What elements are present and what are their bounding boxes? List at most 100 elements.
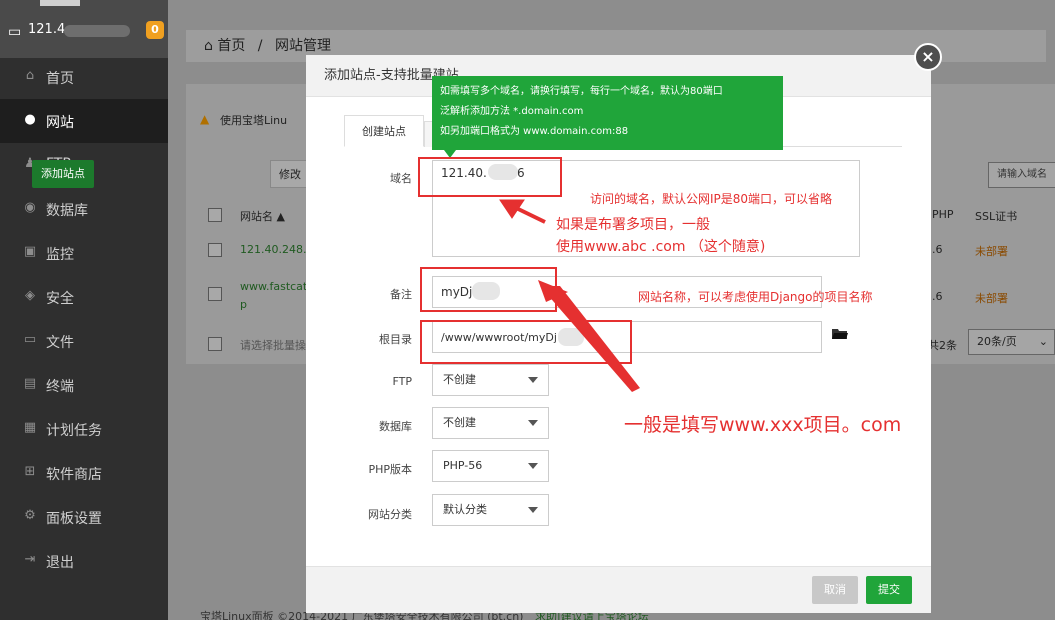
domain-label: 域名 — [390, 172, 412, 185]
database-label: 数据库 — [379, 420, 412, 433]
category-select[interactable]: 默认分类 — [432, 494, 549, 526]
tooltip-line: 如另加端口格式为 www.domain.com:88 — [440, 126, 629, 137]
sidebar-item-label: 文件 — [46, 335, 74, 351]
php-version-value: PHP-56 — [443, 459, 483, 472]
folder-icon: ▭ — [23, 332, 37, 347]
batch-checkbox[interactable] — [208, 337, 222, 351]
total-count: 共2条 — [928, 339, 957, 352]
php-version: .6 — [932, 243, 943, 256]
sidebar-item-files[interactable]: ▭ 文件 — [0, 319, 168, 363]
sidebar-item-label: 网站 — [46, 115, 74, 131]
sidebar-item-security[interactable]: ◈ 安全 — [0, 275, 168, 319]
ip-redaction — [64, 25, 130, 37]
sidebar-item-monitor[interactable]: ▣ 监控 — [0, 231, 168, 275]
site-link-wrap[interactable]: p — [240, 298, 247, 311]
php-version-select[interactable]: PHP-56 — [432, 450, 549, 482]
row-checkbox[interactable] — [208, 287, 222, 301]
ssl-status[interactable]: 未部署 — [975, 290, 1008, 306]
calendar-icon: ▦ — [23, 420, 37, 435]
ftp-value: 不创建 — [443, 373, 476, 386]
warning-icon: ▲ — [200, 112, 210, 126]
annotation-name: 网站名称，可以考虑使用Django的项目名称 — [638, 290, 873, 304]
database-value: 不创建 — [443, 416, 476, 429]
window-notch — [40, 0, 80, 6]
page-size-value: 20条/页 — [977, 335, 1017, 348]
server-ip: 121.4 — [28, 22, 66, 37]
sidebar-item-store[interactable]: ⊞ 软件商店 — [0, 451, 168, 495]
sidebar-item-label: 安全 — [46, 291, 74, 307]
remark-label: 备注 — [390, 288, 412, 301]
select-all-checkbox[interactable] — [208, 208, 222, 222]
chevron-down-icon: ⌄ — [1038, 335, 1048, 348]
annotation-box-remark — [420, 267, 557, 312]
breadcrumb-separator: / — [257, 38, 263, 54]
ftp-select[interactable]: 不创建 — [432, 364, 549, 396]
annotation-box-root — [420, 320, 632, 364]
caret-down-icon — [528, 420, 538, 426]
edit-button[interactable]: 修改 — [270, 160, 310, 188]
ftp-label: FTP — [392, 375, 413, 388]
sidebar-item-label: 监控 — [46, 247, 74, 263]
sidebar-item-website[interactable]: ● 网站 — [0, 99, 168, 143]
sidebar-item-home[interactable]: ⌂ 首页 — [0, 55, 168, 99]
site-link[interactable]: 121.40.248.1 — [240, 243, 313, 256]
caret-down-icon — [528, 377, 538, 383]
database-icon: ◉ — [24, 200, 36, 215]
sidebar-item-cron[interactable]: ▦ 计划任务 — [0, 407, 168, 451]
annotation-root: 一般是填写www.xxx项目。com — [624, 414, 902, 436]
sidebar-item-label: 首页 — [46, 71, 74, 87]
php-version: .6 — [932, 290, 943, 303]
monitor-icon: ▣ — [23, 244, 37, 259]
add-site-button[interactable]: 添加站点 — [32, 160, 94, 188]
search-input[interactable]: 请输入域名 — [988, 162, 1055, 188]
annotation-domain: 访问的域名，默认公网IP是80端口，可以省略 — [590, 192, 833, 206]
breadcrumb-home[interactable]: 首页 — [217, 38, 245, 54]
sidebar-item-terminal[interactable]: ▤ 终端 — [0, 363, 168, 407]
notification-badge[interactable]: 0 — [146, 21, 164, 39]
row-checkbox[interactable] — [208, 243, 222, 257]
tooltip-line: 如需填写多个域名，请换行填写，每行一个域名，默认为80端口 — [440, 86, 723, 97]
page-size-select[interactable]: 20条/页 ⌄ — [968, 329, 1055, 355]
shield-icon: ◈ — [25, 288, 35, 303]
grid-icon: ⊞ — [24, 464, 36, 479]
cancel-button[interactable]: 取消 — [812, 576, 858, 604]
logout-icon: ⇥ — [24, 552, 36, 567]
column-site-name[interactable]: 网站名 ▲ — [240, 208, 285, 224]
database-select[interactable]: 不创建 — [432, 407, 549, 439]
category-label: 网站分类 — [368, 508, 412, 521]
sidebar-item-database[interactable]: ◉ 数据库 — [0, 187, 168, 231]
caret-down-icon — [528, 463, 538, 469]
tab-create-site[interactable]: 创建站点 — [344, 115, 424, 147]
globe-icon: ● — [24, 112, 36, 127]
ssl-status[interactable]: 未部署 — [975, 243, 1008, 259]
home-icon: ⌂ — [204, 38, 213, 54]
column-ssl: SSL证书 — [975, 210, 1018, 223]
warning-text: 使用宝塔Linu — [220, 114, 288, 127]
monitor-icon: ▭ — [8, 24, 22, 40]
submit-button[interactable]: 提交 — [866, 576, 912, 604]
terminal-icon: ▤ — [23, 376, 37, 391]
sidebar-item-label: 退出 — [46, 555, 74, 571]
php-label: PHP版本 — [368, 463, 412, 476]
sidebar-item-label: 数据库 — [46, 203, 88, 219]
sidebar-item-label: 软件商店 — [46, 467, 102, 483]
sidebar-item-settings[interactable]: ⚙ 面板设置 — [0, 495, 168, 539]
sidebar-item-logout[interactable]: ⇥ 退出 — [0, 539, 168, 583]
annotation-multi-line2: 使用www.abc .com （这个随意) — [556, 239, 766, 255]
batch-select[interactable]: 请选择批量操 — [240, 337, 306, 353]
sidebar-item-label: 面板设置 — [46, 511, 102, 527]
annotation-multi-line1: 如果是布署多项目，一般 — [556, 217, 710, 233]
site-link[interactable]: www.fastcat — [240, 280, 307, 293]
domain-help-tooltip: 如需填写多个域名，请换行填写，每行一个域名，默认为80端口 泛解析添加方法 *.… — [432, 76, 783, 150]
annotation-box-domain — [418, 157, 562, 197]
breadcrumb-current: 网站管理 — [274, 38, 331, 54]
sidebar-header: ▭ 121.4 0 — [0, 0, 168, 58]
column-php: PHP — [932, 208, 954, 221]
sidebar-item-label: 计划任务 — [46, 423, 102, 439]
folder-open-icon[interactable] — [832, 328, 848, 340]
category-value: 默认分类 — [443, 503, 487, 516]
sidebar: ▭ 121.4 0 ⌂ 首页 ● 网站 ♟ FTP ◉ 数据库 ▣ 监控 ◈ 安… — [0, 0, 168, 620]
home-icon: ⌂ — [25, 68, 35, 83]
gear-icon: ⚙ — [24, 508, 36, 523]
close-icon[interactable]: × — [914, 43, 942, 71]
